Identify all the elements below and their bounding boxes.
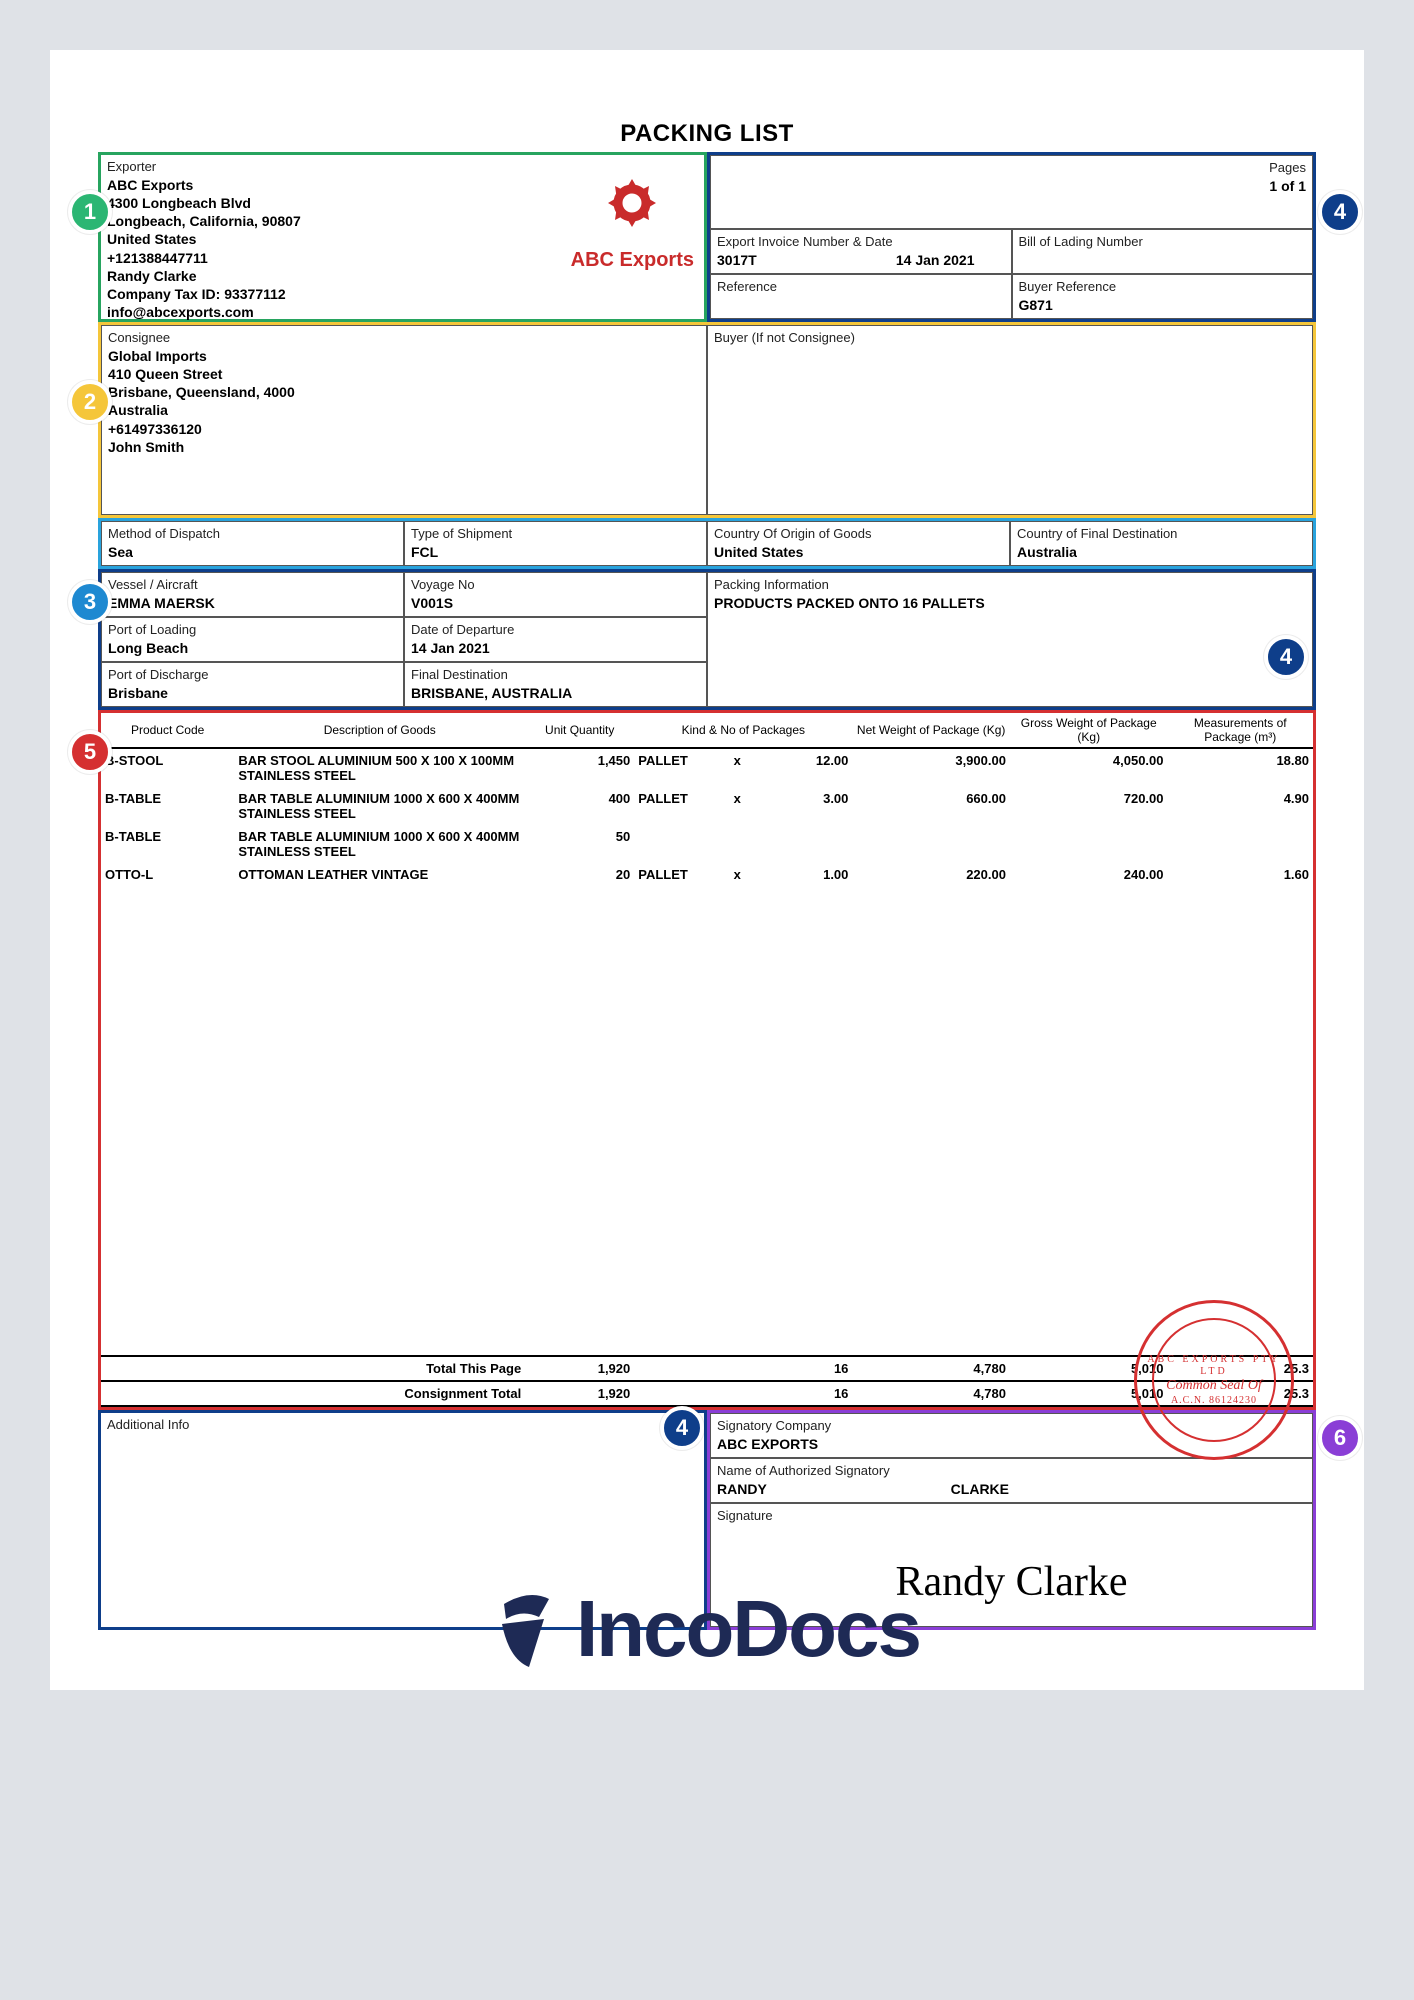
table-row: B-TABLEBAR TABLE ALUMINIUM 1000 X 600 X …: [101, 787, 1313, 825]
callout-6: 6: [1318, 1416, 1362, 1460]
table-row: OTTO-LOTTOMAN LEATHER VINTAGE20PALLETx1.…: [101, 863, 1313, 886]
exporter-block: Exporter ABC Exports 4300 Longbeach Blvd…: [98, 152, 707, 322]
callout-4a: 4: [1318, 190, 1362, 234]
totals-cons-row: Consignment Total 1,920 16 4,780 5,010 2…: [101, 1381, 1313, 1406]
doc-refs-block: Pages 1 of 1 Export Invoice Number & Dat…: [707, 152, 1316, 322]
page-title: PACKING LIST: [98, 120, 1316, 148]
company-seal: ABC EXPORTS PTY LTD Common Seal Of A.C.N…: [1134, 1300, 1294, 1460]
callout-2: 2: [68, 380, 112, 424]
watermark-logo: IncoDocs: [101, 1583, 1313, 1675]
dispatch-block: Method of Dispatch Sea Type of Shipment …: [98, 518, 1316, 569]
items-block: Product Code Description of Goods Unit Q…: [98, 710, 1316, 1410]
callout-5: 5: [68, 730, 112, 774]
items-table: Product Code Description of Goods Unit Q…: [101, 713, 1313, 886]
exporter-logo: ABC Exports: [571, 173, 694, 273]
packing-list-page: PACKING LIST Exporter ABC Exports 4300 L…: [50, 50, 1364, 1690]
consignee-block: Consignee Global Imports 410 Queen Stree…: [98, 322, 1316, 518]
callout-1: 1: [68, 190, 112, 234]
vessel-block: Vessel / Aircraft EMMA MAERSK Voyage No …: [98, 569, 1316, 710]
totals-page-row: Total This Page 1,920 16 4,780 5,010 25.…: [101, 1356, 1313, 1381]
incodocs-icon: [494, 1589, 564, 1669]
table-row: B-TABLEBAR TABLE ALUMINIUM 1000 X 600 X …: [101, 825, 1313, 863]
callout-3: 3: [68, 580, 112, 624]
callout-4b: 4: [1264, 635, 1308, 679]
gear-icon: [587, 173, 677, 243]
callout-4c: 4: [660, 1406, 704, 1450]
table-row: B-STOOLBAR STOOL ALUMINIUM 500 X 100 X 1…: [101, 748, 1313, 787]
